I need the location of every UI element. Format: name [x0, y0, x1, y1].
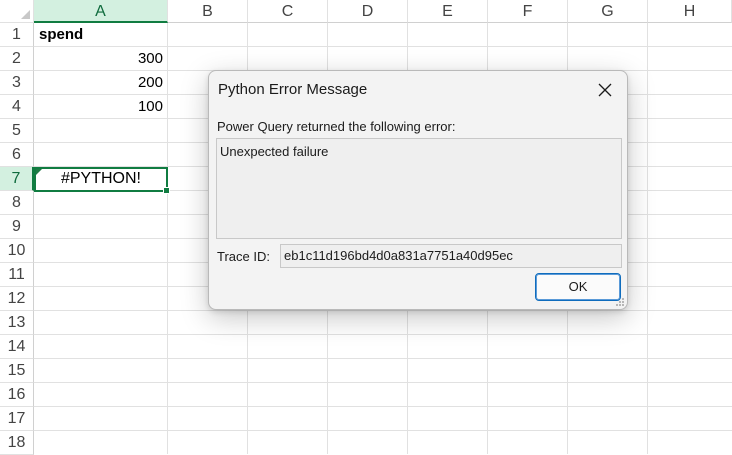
- row-header-6[interactable]: 6: [0, 143, 34, 167]
- row-header-4[interactable]: 4: [0, 95, 34, 119]
- trace-id-field[interactable]: eb1c11d196bd4d0a831a7751a40d95ec: [280, 244, 622, 268]
- error-message-box[interactable]: Unexpected failure: [216, 138, 622, 239]
- close-button[interactable]: [591, 77, 619, 103]
- cell-a4[interactable]: 100: [35, 95, 167, 119]
- row-header-9[interactable]: 9: [0, 215, 34, 239]
- gridline: [34, 382, 732, 383]
- gridline: [34, 430, 732, 431]
- column-header-f[interactable]: F: [488, 0, 568, 23]
- row-header-13[interactable]: 13: [0, 311, 34, 335]
- row-header-7[interactable]: 7: [0, 167, 34, 191]
- gridline: [34, 358, 732, 359]
- error-message-text: Unexpected failure: [220, 144, 329, 159]
- column-header-b[interactable]: B: [168, 0, 248, 23]
- cell-a2[interactable]: 300: [35, 47, 167, 71]
- select-all-corner[interactable]: [0, 0, 34, 23]
- trace-id-value: eb1c11d196bd4d0a831a7751a40d95ec: [284, 248, 513, 263]
- row-header-8[interactable]: 8: [0, 191, 34, 215]
- column-header-g[interactable]: G: [568, 0, 648, 23]
- gridline: [34, 310, 732, 311]
- row-header-17[interactable]: 17: [0, 407, 34, 431]
- trace-id-label: Trace ID:: [217, 249, 270, 264]
- row-header-18[interactable]: 18: [0, 431, 34, 455]
- dialog-title: Python Error Message: [218, 81, 368, 98]
- row-header-16[interactable]: 16: [0, 383, 34, 407]
- row-header-2[interactable]: 2: [0, 47, 34, 71]
- row-header-14[interactable]: 14: [0, 335, 34, 359]
- error-indicator-icon[interactable]: [36, 169, 42, 175]
- row-header-3[interactable]: 3: [0, 71, 34, 95]
- row-header-10[interactable]: 10: [0, 239, 34, 263]
- ok-button[interactable]: OK: [535, 273, 621, 301]
- column-header-c[interactable]: C: [248, 0, 328, 23]
- resize-grip-icon[interactable]: [615, 297, 625, 307]
- column-header-e[interactable]: E: [408, 0, 488, 23]
- gridline: [34, 334, 732, 335]
- error-label: Power Query returned the following error…: [217, 119, 456, 134]
- cell-a3[interactable]: 200: [35, 71, 167, 95]
- gridline: [34, 406, 732, 407]
- cell-a1[interactable]: spend: [35, 23, 167, 47]
- column-header-a[interactable]: A: [34, 0, 168, 23]
- row-header-11[interactable]: 11: [0, 263, 34, 287]
- row-header-1[interactable]: 1: [0, 23, 34, 47]
- row-header-15[interactable]: 15: [0, 359, 34, 383]
- column-header-d[interactable]: D: [328, 0, 408, 23]
- close-icon: [598, 83, 612, 97]
- python-error-dialog: Python Error Message Power Query returne…: [208, 70, 628, 310]
- column-header-h[interactable]: H: [648, 0, 732, 23]
- row-header-5[interactable]: 5: [0, 119, 34, 143]
- active-cell-selection: [34, 167, 170, 194]
- row-header-12[interactable]: 12: [0, 287, 34, 311]
- fill-handle[interactable]: [163, 187, 170, 194]
